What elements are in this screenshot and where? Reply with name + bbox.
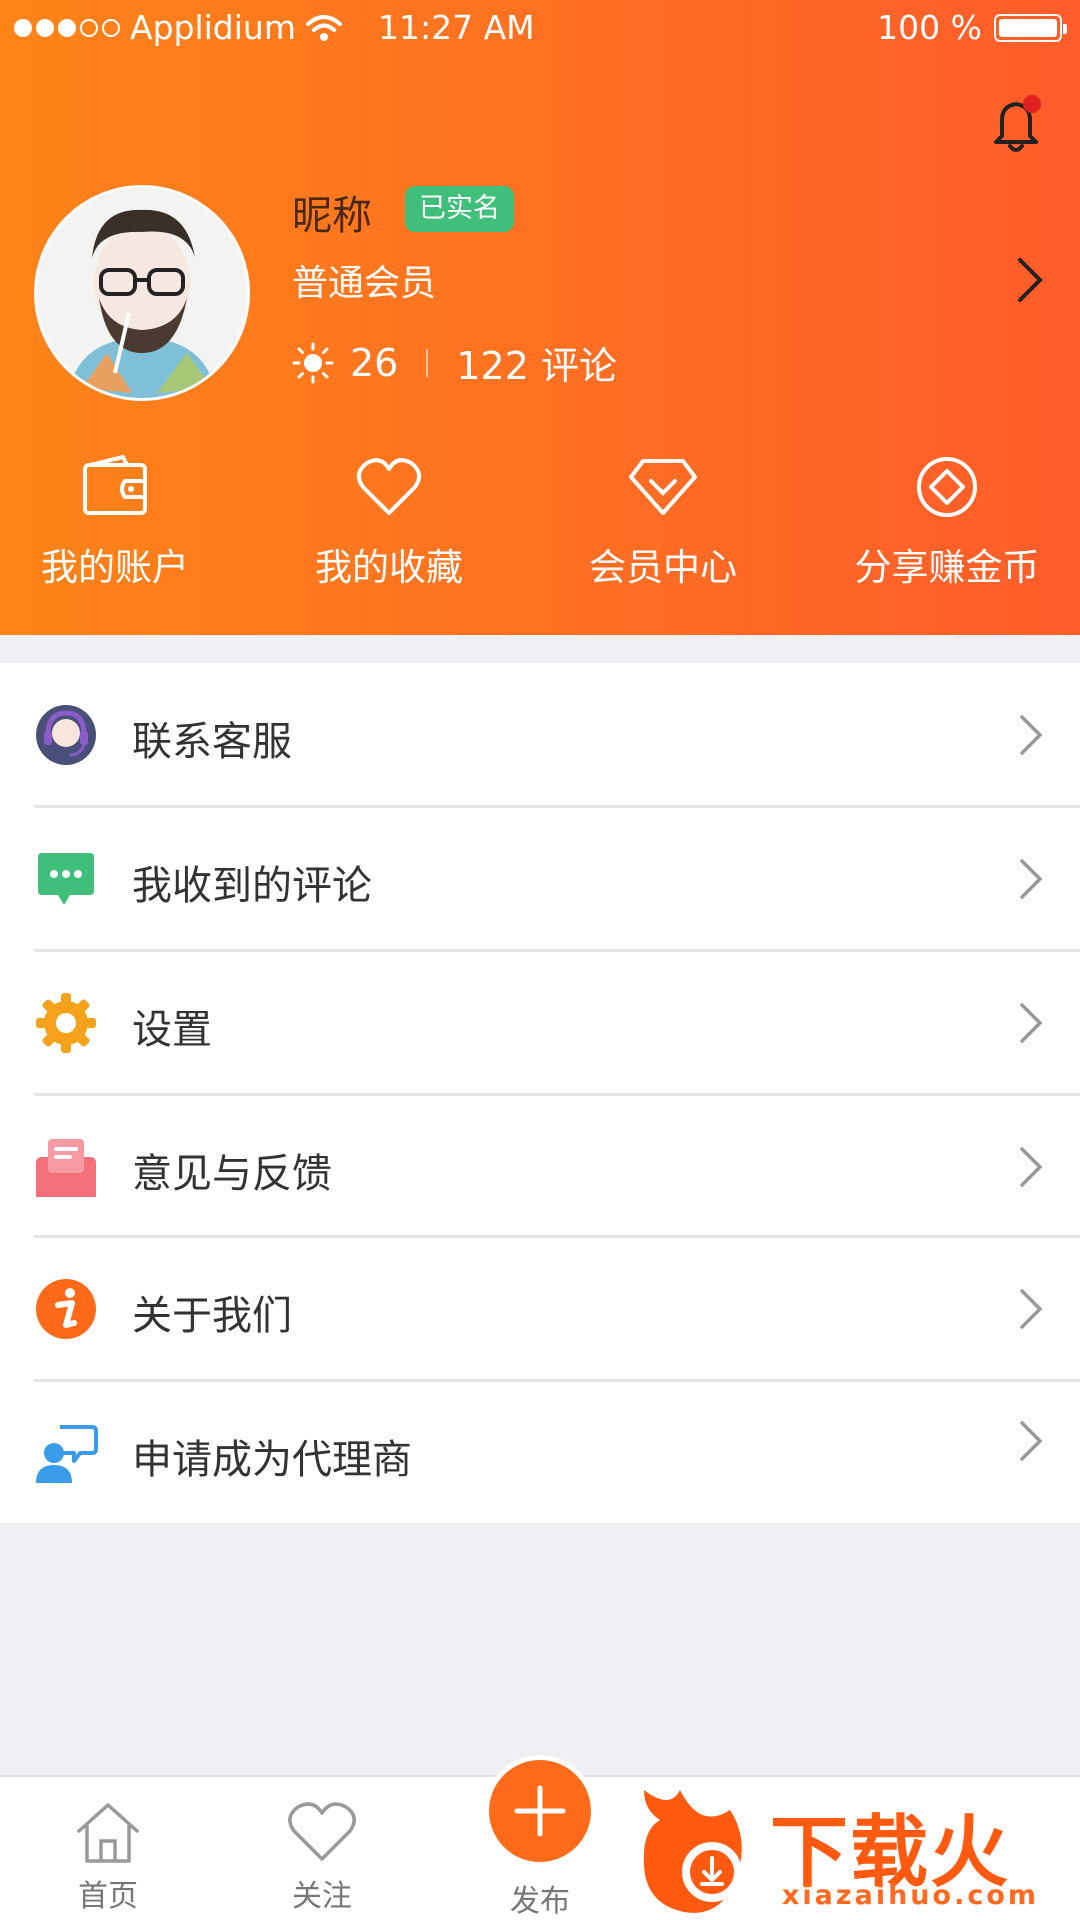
menu-item-received-comments[interactable]: 我收到的评论	[0, 807, 1080, 950]
watermark-url: xiazaihuo.com	[782, 1880, 1040, 1911]
battery-percent: 100 %	[877, 8, 982, 47]
menu-item-label: 意见与反馈	[132, 1151, 332, 1197]
info-icon	[36, 1279, 96, 1339]
menu-item-label: 我收到的评论	[132, 863, 372, 909]
quick-action-member-center[interactable]: 会员中心	[528, 455, 798, 605]
quick-action-favorites[interactable]: 我的收藏	[254, 455, 524, 605]
menu-item-label: 设置	[132, 1007, 212, 1053]
chevron-right-icon	[1020, 1147, 1043, 1187]
quick-action-label: 会员中心	[589, 546, 737, 589]
verified-badge: 已实名	[405, 186, 514, 232]
status-bar: Applidium 11:27 AM 100 %	[0, 0, 1080, 60]
menu-item-label: 联系客服	[132, 719, 292, 765]
signal-icon	[14, 18, 120, 37]
battery-icon	[994, 13, 1067, 42]
heart-outline-icon	[288, 1802, 356, 1861]
heart-icon	[356, 458, 422, 515]
profile-detail-chevron-icon[interactable]	[1015, 255, 1045, 305]
chevron-right-icon	[1020, 1289, 1043, 1329]
tab-label: 首页	[78, 1879, 138, 1914]
quick-action-account[interactable]: 我的账户	[0, 455, 250, 605]
status-time: 11:27 AM	[378, 8, 535, 47]
agent-chat-icon	[36, 1425, 98, 1483]
profile-header: Applidium 11:27 AM 100 % 昵称 已实名 普通会员 26 …	[0, 0, 1080, 635]
chevron-right-icon	[1020, 859, 1043, 899]
wallet-icon	[83, 455, 147, 515]
publish-button[interactable]	[484, 1755, 596, 1867]
chevron-right-icon	[1020, 1421, 1043, 1461]
notification-bell-icon[interactable]	[988, 92, 1044, 156]
sun-count: 26	[350, 340, 399, 385]
plus-icon	[514, 1785, 566, 1837]
menu-item-about-us[interactable]: 关于我们	[0, 1237, 1080, 1380]
profile-stats: 26 122 评论	[292, 335, 617, 390]
menu-item-label: 关于我们	[132, 1293, 292, 1339]
member-level: 普通会员	[292, 263, 437, 304]
menu-item-feedback[interactable]: 意见与反馈	[0, 1095, 1080, 1238]
publish-label: 发布	[510, 1884, 570, 1919]
nickname: 昵称	[292, 193, 372, 239]
home-icon	[77, 1803, 139, 1863]
quick-action-label: 我的账户	[41, 546, 189, 589]
comment-bubble-icon	[38, 853, 94, 905]
stats-divider	[426, 348, 429, 377]
quick-action-label: 分享赚金币	[854, 546, 1040, 589]
chevron-right-icon	[1020, 1003, 1043, 1043]
menu-item-label: 申请成为代理商	[132, 1437, 412, 1483]
menu-item-customer-service[interactable]: 联系客服	[0, 663, 1080, 806]
feedback-mail-icon	[36, 1139, 96, 1197]
wifi-icon	[305, 14, 342, 41]
quick-action-label: 我的收藏	[315, 546, 463, 589]
tab-home[interactable]: 首页	[48, 1799, 168, 1915]
quick-action-share[interactable]: 分享赚金币	[812, 455, 1080, 605]
tab-label: 关注	[292, 1879, 352, 1914]
carrier-area: Applidium	[14, 8, 342, 47]
menu-item-settings[interactable]: 设置	[0, 951, 1080, 1094]
diamond-icon	[629, 459, 697, 515]
customer-service-icon	[36, 705, 96, 765]
menu-item-become-agent[interactable]: 申请成为代理商	[0, 1381, 1080, 1524]
chevron-right-icon	[1020, 715, 1043, 755]
gear-icon	[36, 993, 96, 1053]
avatar-image	[37, 188, 247, 398]
sun-icon	[292, 342, 334, 383]
comment-count[interactable]: 122 评论	[456, 335, 617, 390]
tab-follow[interactable]: 关注	[262, 1799, 382, 1915]
carrier-name: Applidium	[130, 8, 296, 47]
coin-icon	[917, 457, 977, 517]
avatar[interactable]	[34, 185, 250, 401]
menu-list: 联系客服 我收到的评论 设置 意见与反馈 关于我们 申请成为代理商	[0, 663, 1080, 1523]
battery-area: 100 %	[877, 8, 1067, 47]
